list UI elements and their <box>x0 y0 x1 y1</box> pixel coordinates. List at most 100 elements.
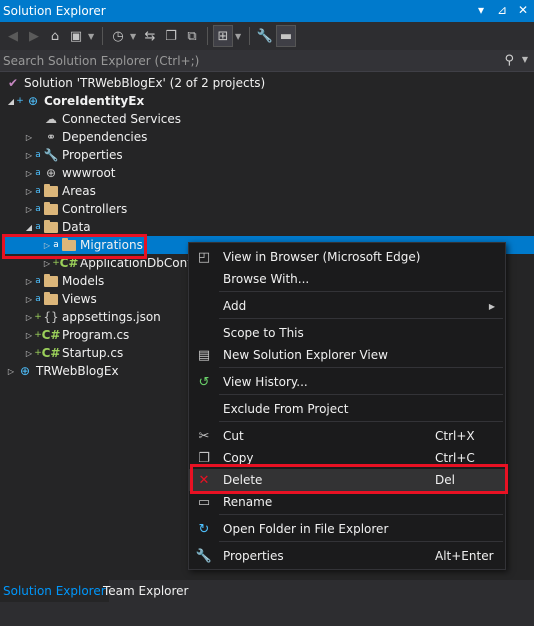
tree-item-project-coreidentityex[interactable]: ◢ + ⊕ CoreIdentityEx <box>0 92 534 110</box>
lock-icon: a <box>35 204 41 214</box>
wrench-icon: 🔧 <box>195 548 213 564</box>
cloud-icon: ☁ <box>45 112 57 126</box>
refresh-icon[interactable]: ❐ <box>162 26 180 46</box>
collapsed-arrow-icon[interactable]: ▷ <box>24 331 34 340</box>
submenu-arrow-icon: ▶ <box>488 301 495 311</box>
back-icon[interactable]: ◀ <box>4 26 22 46</box>
collapsed-arrow-icon[interactable]: ▷ <box>24 313 34 322</box>
tab-team-explorer[interactable]: Team Explorer <box>100 580 192 602</box>
menu-item-scope-to-this[interactable]: Scope to This <box>189 322 505 344</box>
menu-item-rename[interactable]: ▭ Rename <box>189 491 505 513</box>
dropdown-icon[interactable]: ▾ <box>474 2 488 18</box>
menu-item-exclude-from-project[interactable]: Exclude From Project <box>189 398 505 420</box>
folder-icon <box>42 291 60 306</box>
expanded-arrow-icon[interactable]: ◢ <box>6 97 16 106</box>
tree-item-properties[interactable]: ▷ a 🔧 Properties <box>0 146 534 164</box>
dependencies-icon: ⚭ <box>45 130 57 144</box>
menu-item-new-solution-explorer-view[interactable]: ▤ New Solution Explorer View <box>189 344 505 366</box>
bottom-tab-strip: Solution Explorer Team Explorer <box>0 580 534 626</box>
scissors-icon: ✂ <box>198 428 210 444</box>
globe-icon: ⊕ <box>45 166 57 180</box>
pending-changes-filter-icon[interactable]: ◷ <box>109 26 127 46</box>
web-project-icon: ⊕ <box>19 364 31 378</box>
open-folder-refresh-icon: ↻ <box>198 521 210 537</box>
source-control-icon: + <box>16 96 24 106</box>
search-icon[interactable]: ⚲ <box>504 53 514 68</box>
new-view-icon: ▤ <box>197 347 211 363</box>
menu-item-view-history[interactable]: ↺ View History... <box>189 371 505 393</box>
lock-icon: a <box>35 222 41 232</box>
collapsed-arrow-icon[interactable]: ▷ <box>24 133 34 142</box>
menu-separator <box>219 421 503 422</box>
auto-hide-pin-icon[interactable]: ⊿ <box>495 2 509 18</box>
expanded-arrow-icon[interactable]: ◢ <box>24 223 34 232</box>
sync-icon[interactable]: ⇆ <box>141 26 159 46</box>
collapsed-arrow-icon[interactable]: ▷ <box>24 169 34 178</box>
show-all-dropdown-icon[interactable]: ▼ <box>235 32 243 41</box>
search-bar: ⚲ ▼ <box>0 50 534 72</box>
menu-separator <box>219 514 503 515</box>
tree-item-controllers[interactable]: ▷ a Controllers <box>0 200 534 218</box>
tree-item-wwwroot[interactable]: ▷ a ⊕ wwwroot <box>0 164 534 182</box>
search-input[interactable] <box>0 53 500 68</box>
tree-item-solution[interactable]: ✔ Solution 'TRWebBlogEx' (2 of 2 project… <box>0 74 534 92</box>
collapsed-arrow-icon[interactable]: ▷ <box>42 259 52 268</box>
window-title: Solution Explorer <box>3 4 106 18</box>
browser-icon: ◰ <box>197 249 211 265</box>
menu-item-open-folder[interactable]: ↻ Open Folder in File Explorer <box>189 518 505 540</box>
collapsed-arrow-icon[interactable]: ▷ <box>24 187 34 196</box>
lock-icon: a <box>35 168 41 178</box>
preview-selected-icon[interactable]: ▬ <box>276 25 296 47</box>
collapsed-arrow-icon[interactable]: ▷ <box>24 205 34 214</box>
title-bar: Solution Explorer ▾ ⊿ ✕ <box>0 0 534 22</box>
folder-icon <box>42 201 60 216</box>
tree-item-connected-services[interactable]: ☁ Connected Services <box>0 110 534 128</box>
collapsed-arrow-icon[interactable]: ▷ <box>24 151 34 160</box>
toolbar-separator <box>207 27 208 45</box>
menu-separator <box>219 541 503 542</box>
tree-item-areas[interactable]: ▷ a Areas <box>0 182 534 200</box>
solution-icon: ✔ <box>7 76 19 90</box>
collapsed-arrow-icon[interactable]: ▷ <box>24 295 34 304</box>
home-icon[interactable]: ⌂ <box>46 26 64 46</box>
lock-icon: a <box>35 186 41 196</box>
menu-separator <box>219 394 503 395</box>
tab-solution-explorer[interactable]: Solution Explorer <box>0 580 109 602</box>
collapse-all-icon[interactable]: ⧉ <box>183 26 201 46</box>
menu-item-browse-with[interactable]: Browse With... <box>189 268 505 290</box>
lock-icon: a <box>35 150 41 160</box>
menu-separator <box>219 318 503 319</box>
history-icon: ↺ <box>198 374 210 390</box>
collapsed-arrow-icon[interactable]: ▷ <box>24 349 34 358</box>
menu-separator <box>219 367 503 368</box>
menu-item-view-in-browser[interactable]: ◰ View in Browser (Microsoft Edge) <box>189 246 505 268</box>
collapsed-arrow-icon[interactable]: ▷ <box>24 277 34 286</box>
collapsed-arrow-icon[interactable]: ▷ <box>6 367 16 376</box>
toolbar-separator <box>249 27 250 45</box>
rename-icon: ▭ <box>197 494 211 510</box>
web-project-icon: ⊕ <box>27 94 39 108</box>
close-icon[interactable]: ✕ <box>516 2 530 18</box>
tree-item-dependencies[interactable]: ▷ ⚭ Dependencies <box>0 128 534 146</box>
lock-icon: a <box>35 294 41 304</box>
wrench-icon: 🔧 <box>43 148 59 162</box>
add-icon: + <box>34 312 42 322</box>
switch-views-icon[interactable]: ▣ <box>67 26 85 46</box>
forward-icon[interactable]: ▶ <box>25 26 43 46</box>
folder-open-icon <box>42 219 60 234</box>
menu-item-cut[interactable]: ✂ Cut Ctrl+X <box>189 425 505 447</box>
filter-dropdown-icon[interactable]: ▼ <box>130 32 138 41</box>
folder-icon <box>42 273 60 288</box>
menu-item-add[interactable]: Add ▶ <box>189 295 505 317</box>
search-options-icon[interactable]: ▼ <box>522 55 528 64</box>
properties-wrench-icon[interactable]: 🔧 <box>256 26 274 46</box>
json-file-icon: {} <box>43 310 59 324</box>
show-all-files-icon[interactable]: ⊞ <box>213 25 233 47</box>
highlight-migrations <box>2 234 147 259</box>
toolbar-separator <box>102 27 103 45</box>
menu-item-properties[interactable]: 🔧 Properties Alt+Enter <box>189 545 505 567</box>
switch-views-dropdown-icon[interactable]: ▼ <box>88 32 96 41</box>
csharp-file-icon: C# <box>41 328 61 342</box>
toolbar: ◀ ▶ ⌂ ▣ ▼ ◷ ▼ ⇆ ❐ ⧉ ⊞ ▼ 🔧 ▬ <box>0 22 534 50</box>
highlight-delete <box>190 464 508 494</box>
